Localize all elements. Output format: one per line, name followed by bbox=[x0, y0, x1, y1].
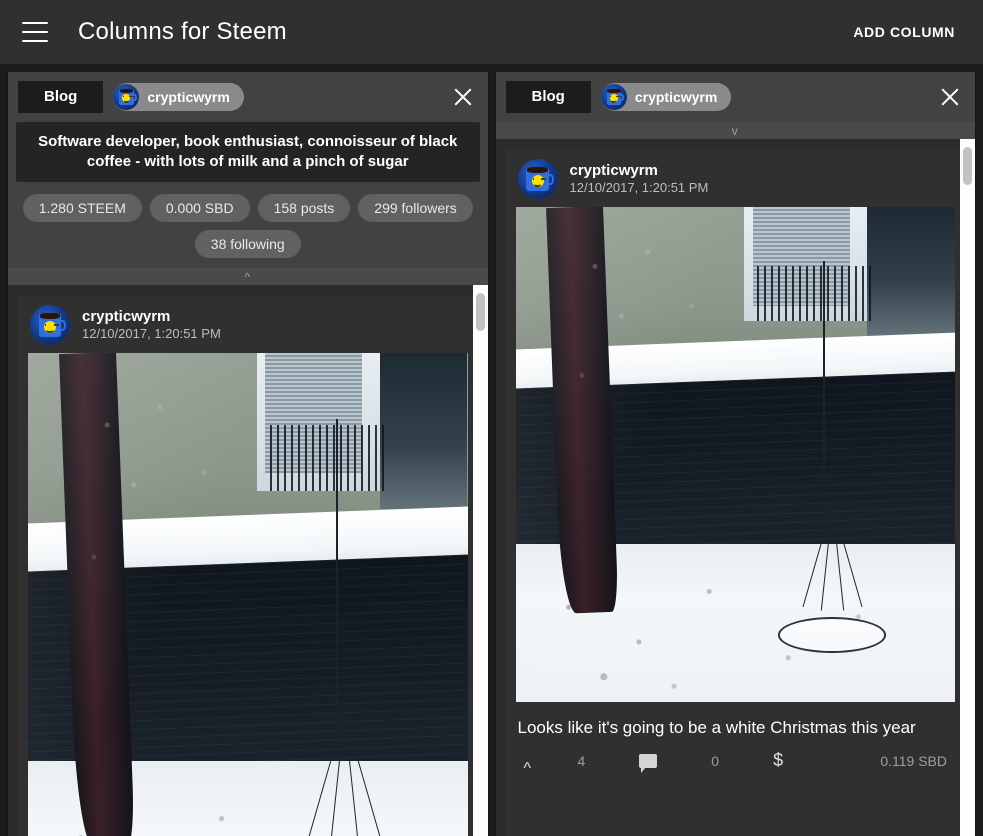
column-1-header: Blog crypticwyrm bbox=[8, 72, 488, 122]
post-date: 12/10/2017, 1:20:51 PM bbox=[569, 180, 709, 196]
stat-following[interactable]: 38 following bbox=[194, 230, 301, 258]
snowy-garden-photo bbox=[28, 353, 468, 836]
profile-collapse-toggle[interactable]: v bbox=[495, 122, 975, 139]
avatar bbox=[113, 84, 140, 110]
post-author[interactable]: crypticwyrm bbox=[82, 308, 221, 327]
profile-stats: 1.280 STEEM 0.000 SBD 158 posts 299 foll… bbox=[16, 182, 480, 268]
profile-bio: Software developer, book enthusiast, con… bbox=[16, 122, 480, 182]
speech-bubble-icon bbox=[639, 753, 658, 773]
post-image[interactable] bbox=[515, 207, 955, 702]
feed-scrollbar-thumb[interactable] bbox=[963, 147, 972, 185]
smiley-face-icon bbox=[609, 94, 618, 103]
coffee-beans-shape bbox=[119, 89, 134, 93]
post-card: crypticwyrm 12/10/2017, 1:20:51 PM bbox=[18, 295, 478, 836]
columns-container: Blog crypticwyrm Software developer, boo… bbox=[0, 64, 983, 836]
coffee-beans-shape bbox=[39, 313, 61, 319]
comment-button[interactable] bbox=[639, 753, 658, 773]
stat-posts[interactable]: 158 posts bbox=[257, 194, 351, 222]
avatar[interactable] bbox=[517, 159, 558, 199]
post-header: crypticwyrm 12/10/2017, 1:20:51 PM bbox=[18, 295, 478, 353]
hamburger-bar bbox=[22, 40, 48, 42]
mug-handle-shape bbox=[132, 93, 137, 101]
account-chip[interactable]: crypticwyrm bbox=[600, 83, 732, 111]
profile-collapse-toggle[interactable]: ^ bbox=[8, 268, 488, 285]
hamburger-bar bbox=[22, 22, 48, 24]
smiley-face-icon bbox=[44, 321, 56, 333]
close-icon[interactable] bbox=[450, 84, 476, 110]
post-card: crypticwyrm 12/10/2017, 1:20:51 PM bbox=[505, 149, 966, 836]
tab-blog[interactable]: Blog bbox=[505, 81, 591, 113]
photo-window-glass-droplets bbox=[28, 353, 468, 836]
account-chip-label: crypticwyrm bbox=[634, 89, 718, 105]
close-icon[interactable] bbox=[937, 84, 963, 110]
hamburger-menu-icon[interactable] bbox=[22, 22, 48, 42]
post-actions: ^ 4 0 $ 0.119 SBD bbox=[523, 750, 948, 777]
mug-handle-shape bbox=[59, 320, 66, 331]
photo-window-glass-droplets bbox=[515, 207, 955, 702]
app-title: Columns for Steem bbox=[78, 18, 287, 45]
column-2: Blog crypticwyrm v crypticwyrm 12/10/201… bbox=[495, 72, 975, 836]
mug-handle-shape bbox=[547, 174, 554, 185]
comment-count: 0 bbox=[711, 752, 720, 769]
coffee-beans-shape bbox=[607, 89, 621, 93]
feed-scrollbar[interactable] bbox=[472, 285, 488, 836]
profile-panel: Software developer, book enthusiast, con… bbox=[8, 122, 488, 268]
post-title[interactable]: Looks like it's going to be a white Chri… bbox=[506, 702, 966, 742]
post-header: crypticwyrm 12/10/2017, 1:20:51 PM bbox=[506, 149, 966, 207]
account-chip-label: crypticwyrm bbox=[147, 89, 230, 105]
add-column-button[interactable]: ADD COLUMN bbox=[847, 16, 961, 48]
column-1: Blog crypticwyrm Software developer, boo… bbox=[8, 72, 488, 836]
feed-scrollbar[interactable] bbox=[960, 139, 975, 836]
coffee-beans-shape bbox=[527, 167, 548, 173]
snowy-garden-photo bbox=[515, 207, 955, 702]
post-payout: 0.119 SBD bbox=[880, 752, 947, 769]
avatar[interactable] bbox=[30, 305, 70, 345]
avatar bbox=[600, 84, 627, 110]
column-1-feed: crypticwyrm 12/10/2017, 1:20:51 PM bbox=[8, 285, 488, 836]
post-date: 12/10/2017, 1:20:51 PM bbox=[82, 326, 221, 342]
column-2-header: Blog crypticwyrm bbox=[495, 72, 975, 122]
post-meta: crypticwyrm 12/10/2017, 1:20:51 PM bbox=[82, 308, 221, 343]
app-header: Columns for Steem ADD COLUMN bbox=[0, 0, 983, 64]
post-author[interactable]: crypticwyrm bbox=[570, 162, 709, 181]
mug-handle-shape bbox=[620, 93, 625, 101]
post-meta: crypticwyrm 12/10/2017, 1:20:51 PM bbox=[570, 162, 709, 197]
stat-steem[interactable]: 1.280 STEEM bbox=[22, 194, 142, 222]
hamburger-bar bbox=[22, 31, 48, 33]
tab-blog[interactable]: Blog bbox=[18, 81, 104, 113]
account-chip[interactable]: crypticwyrm bbox=[113, 83, 244, 111]
smiley-face-icon bbox=[531, 175, 544, 187]
post-image[interactable] bbox=[28, 353, 468, 836]
feed-scrollbar-thumb[interactable] bbox=[475, 293, 485, 331]
dollar-sign-icon[interactable]: $ bbox=[773, 750, 783, 771]
vote-count: 4 bbox=[577, 752, 586, 769]
stat-sbd[interactable]: 0.000 SBD bbox=[149, 194, 250, 222]
column-2-feed: crypticwyrm 12/10/2017, 1:20:51 PM Looks… bbox=[495, 139, 975, 836]
stat-followers[interactable]: 299 followers bbox=[358, 194, 473, 222]
